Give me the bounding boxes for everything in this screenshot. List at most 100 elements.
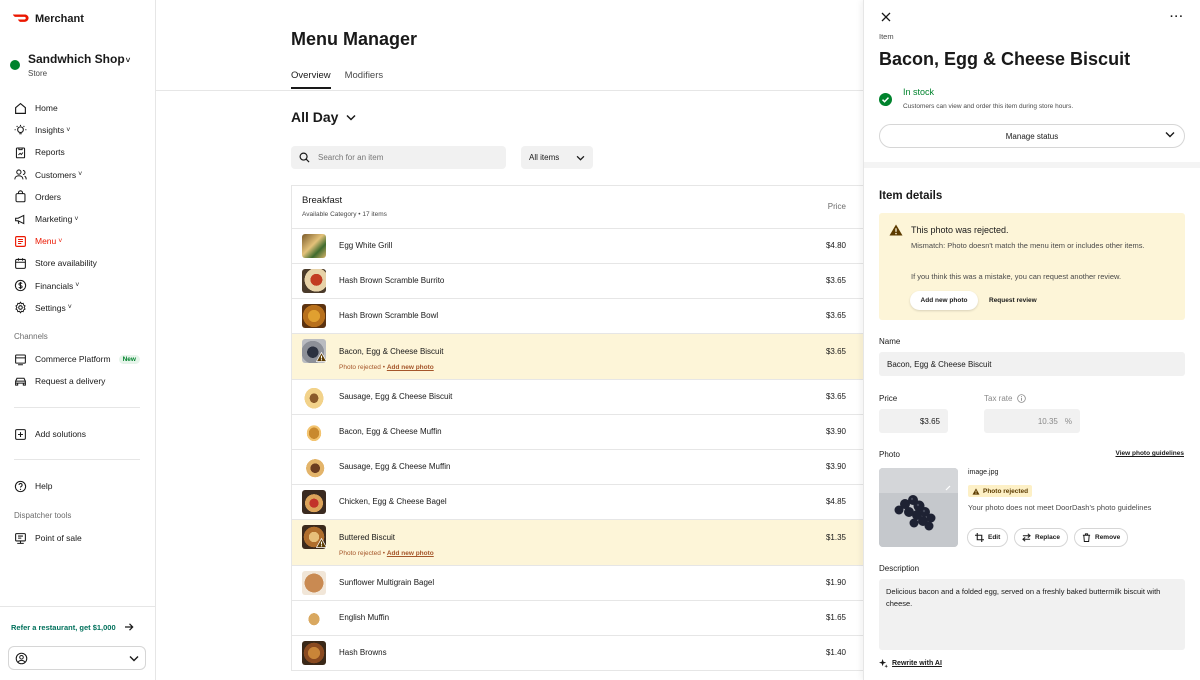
- warning-icon: [316, 352, 327, 362]
- view-photo-guidelines-link[interactable]: View photo guidelines: [1116, 450, 1185, 457]
- tab-overview[interactable]: Overview: [291, 70, 331, 89]
- category-title: Breakfast: [302, 195, 343, 206]
- item-thumbnail: [302, 455, 326, 479]
- table-row[interactable]: Bacon, Egg & Cheese Biscuit $3.65 Photo …: [292, 334, 863, 380]
- sidebar-item-add-solutions[interactable]: Add solutions: [14, 423, 144, 445]
- chevron-down-icon: ˅: [67, 304, 72, 312]
- price-field[interactable]: $3.65: [879, 409, 948, 433]
- daypart-label: All Day: [291, 109, 339, 125]
- edit-photo-button[interactable]: Edit: [967, 528, 1009, 547]
- channels-label: Channels: [14, 332, 48, 341]
- table-row[interactable]: Sunflower Multigrain Bagel $1.90: [292, 566, 863, 601]
- photo-rejected-badge: Photo rejected: [968, 485, 1033, 497]
- sidebar-item-store-availability[interactable]: Store availability: [14, 252, 144, 274]
- table-row[interactable]: English Muffin $1.65: [292, 601, 863, 636]
- chevron-down-icon: [576, 155, 585, 161]
- price-label: Price: [879, 394, 898, 403]
- pos-terminal-icon: [15, 532, 26, 544]
- table-row[interactable]: Hash Browns $1.40: [292, 636, 863, 671]
- sidebar-item-label: Help: [35, 481, 53, 492]
- description-label: Description: [879, 564, 920, 573]
- table-row[interactable]: Buttered Biscuit $1.35 Photo rejected • …: [292, 520, 863, 566]
- table-row[interactable]: Bacon, Egg & Cheese Muffin $3.90: [292, 415, 863, 450]
- item-thumbnail: [302, 304, 326, 328]
- arrow-right-icon: [124, 623, 134, 631]
- sidebar-item-settings[interactable]: Settings ˅: [14, 297, 144, 319]
- sidebar-item-marketing[interactable]: Marketing ˅: [14, 208, 144, 230]
- warning-icon: [972, 487, 980, 495]
- crop-icon: [975, 533, 984, 542]
- sidebar-item-customers[interactable]: Customers ˅: [14, 164, 144, 186]
- sidebar-item-commerce-platform[interactable]: Commerce Platform New: [14, 348, 144, 370]
- refer-restaurant-link[interactable]: Refer a restaurant, get $1,000: [0, 606, 156, 647]
- gear-icon: [15, 301, 26, 314]
- daypart-selector[interactable]: All Day: [291, 109, 356, 125]
- tab-modifiers[interactable]: Modifiers: [345, 70, 384, 89]
- lightbulb-icon: [14, 124, 27, 135]
- sidebar-item-point-of-sale[interactable]: Point of sale: [14, 527, 144, 549]
- name-field[interactable]: Bacon, Egg & Cheese Biscuit: [879, 352, 1185, 376]
- item-name: Sausage, Egg & Cheese Muffin: [339, 462, 451, 471]
- sidebar-divider: [14, 459, 140, 460]
- sidebar-item-reports[interactable]: Reports: [14, 141, 144, 163]
- sidebar-item-help[interactable]: Help: [14, 475, 144, 497]
- chevron-down-icon: ˅: [58, 237, 63, 245]
- sidebar-item-orders[interactable]: Orders: [14, 186, 144, 208]
- table-row[interactable]: Sausage, Egg & Cheese Biscuit $3.65: [292, 380, 863, 415]
- description-field[interactable]: Delicious bacon and a folded egg, served…: [879, 579, 1185, 650]
- item-price: $3.65: [825, 311, 846, 320]
- item-details-heading: Item details: [879, 190, 943, 202]
- sidebar-item-label: Commerce Platform: [35, 354, 111, 365]
- add-new-photo-link[interactable]: Add new photo: [387, 550, 434, 557]
- dispatcher-nav: Point of sale: [14, 527, 144, 549]
- sidebar-item-label: Home: [35, 103, 58, 114]
- bag-icon: [15, 190, 26, 203]
- tab-bar: Overview Modifiers: [291, 70, 383, 89]
- search-input[interactable]: [318, 153, 488, 162]
- close-icon[interactable]: [880, 11, 892, 23]
- request-review-button[interactable]: Request review: [989, 291, 1037, 310]
- chevron-down-icon: [1165, 132, 1175, 138]
- add-new-photo-button[interactable]: Add new photo: [910, 291, 978, 310]
- item-price: $1.65: [825, 613, 846, 622]
- item-filter-select[interactable]: All items: [521, 146, 593, 169]
- table-row[interactable]: Hash Brown Scramble Burrito $3.65: [292, 264, 863, 299]
- item-price: $1.90: [825, 578, 846, 587]
- manage-status-button[interactable]: Manage status: [879, 124, 1185, 148]
- more-options-icon[interactable]: ···: [1170, 11, 1184, 23]
- table-row[interactable]: Chicken, Egg & Cheese Bagel $4.85: [292, 485, 863, 520]
- category-header[interactable]: Breakfast Available Category • 17 items …: [292, 186, 863, 229]
- stock-title: In stock: [903, 87, 935, 97]
- rewrite-with-ai-link[interactable]: Rewrite with AI: [879, 659, 942, 668]
- menu-manager: Menu Manager Overview Modifiers All Day …: [156, 0, 863, 680]
- table-row[interactable]: Sausage, Egg & Cheese Muffin $3.90: [292, 450, 863, 485]
- info-icon[interactable]: [1017, 394, 1027, 403]
- table-row[interactable]: Hash Brown Scramble Bowl $3.65: [292, 299, 863, 334]
- item-name: Bacon, Egg & Cheese Muffin: [339, 427, 442, 436]
- item-thumbnail: [302, 420, 326, 444]
- item-thumbnail: [302, 385, 326, 409]
- sidebar-item-menu[interactable]: Menu ˅: [14, 230, 144, 252]
- add-new-photo-link[interactable]: Add new photo: [387, 364, 434, 371]
- account-menu[interactable]: [8, 646, 146, 670]
- chevron-down-icon: [346, 114, 356, 121]
- item-price: $3.65: [825, 276, 846, 285]
- item-price: $1.40: [825, 648, 846, 657]
- sidebar-item-label: Store availability: [35, 258, 97, 269]
- dispatcher-tools-label: Dispatcher tools: [14, 511, 72, 520]
- photo-label: Photo: [879, 450, 900, 459]
- item-thumbnail: [302, 641, 326, 665]
- sidebar-item-request-delivery[interactable]: Request a delivery: [14, 370, 144, 392]
- sidebar-item-insights[interactable]: Insights ˅: [14, 119, 144, 141]
- item-price: $1.35: [825, 533, 846, 542]
- table-row[interactable]: Egg White Grill $4.80: [292, 229, 863, 264]
- item-name: Sausage, Egg & Cheese Biscuit: [339, 392, 453, 401]
- remove-photo-button[interactable]: Remove: [1074, 528, 1129, 547]
- chevron-down-icon: ˅: [66, 126, 71, 134]
- sidebar-item-financials[interactable]: Financials ˅: [14, 275, 144, 297]
- chevron-down-icon: [129, 655, 139, 661]
- sidebar-item-home[interactable]: Home: [14, 97, 144, 119]
- item-name: English Muffin: [339, 613, 390, 622]
- brand[interactable]: Merchant: [12, 11, 84, 27]
- replace-photo-button[interactable]: Replace: [1014, 528, 1068, 547]
